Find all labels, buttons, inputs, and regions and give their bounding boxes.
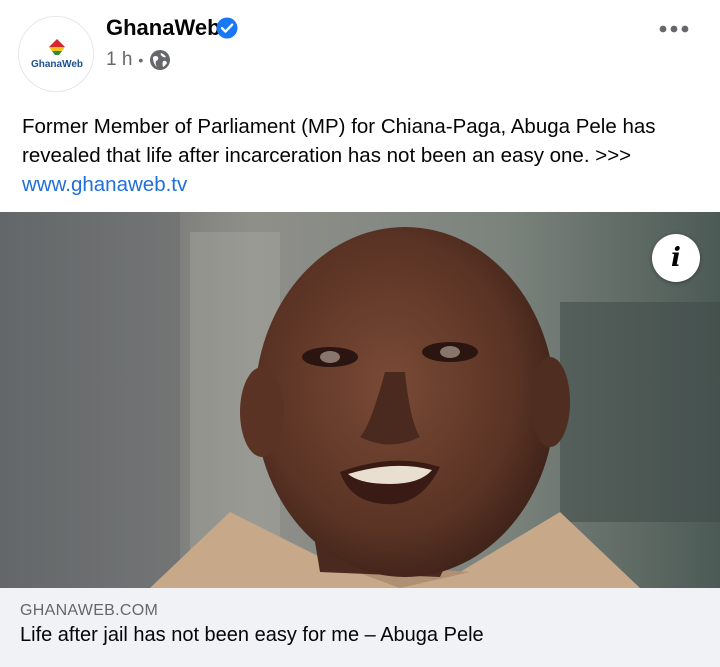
more-options-icon[interactable] — [658, 22, 690, 36]
post-link[interactable]: www.ghanaweb.tv — [22, 173, 187, 196]
globe-icon — [150, 50, 171, 70]
link-preview[interactable]: GHANAWEB.COM Life after jail has not bee… — [0, 588, 720, 667]
link-preview-title[interactable]: Life after jail has not been easy for me… — [20, 622, 484, 648]
info-icon: i — [671, 243, 681, 273]
meta-separator: • — [138, 52, 144, 68]
link-preview-domain: GHANAWEB.COM — [20, 602, 159, 619]
post-body: Former Member of Parliament (MP) for Chi… — [22, 115, 656, 167]
post-header: GhanaWeb GhanaWeb 1 h • — [0, 0, 720, 100]
post-text: Former Member of Parliament (MP) for Chi… — [22, 112, 702, 199]
verified-badge-icon — [216, 17, 238, 39]
info-button[interactable]: i — [652, 234, 700, 282]
svg-text:GhanaWeb: GhanaWeb — [31, 59, 83, 70]
post-image[interactable]: i — [0, 212, 720, 588]
post-timestamp[interactable]: 1 h — [106, 49, 132, 71]
page-avatar[interactable]: GhanaWeb — [18, 16, 94, 92]
post-meta: 1 h • — [106, 47, 171, 73]
ghanaweb-logo-icon: GhanaWeb — [19, 17, 93, 91]
page-name[interactable]: GhanaWeb — [106, 14, 221, 42]
portrait-photo — [0, 212, 720, 588]
